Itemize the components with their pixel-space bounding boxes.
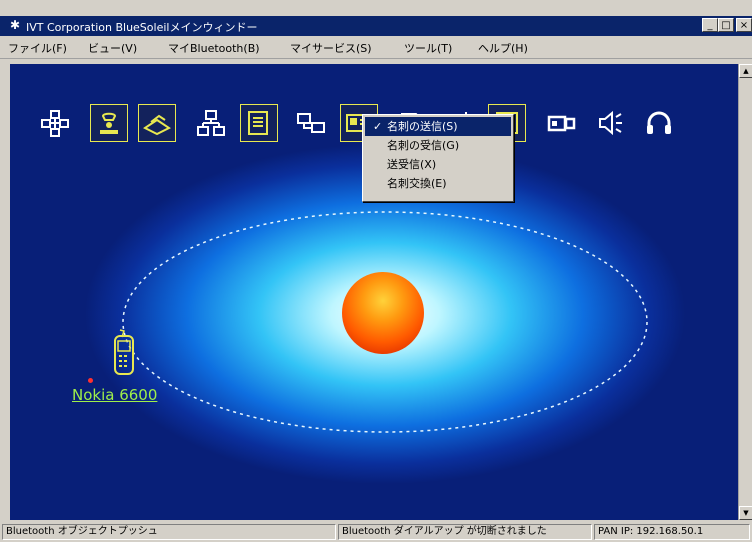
lan-access-icon[interactable] — [192, 104, 230, 142]
network-access-icon[interactable] — [36, 104, 74, 142]
window-title: IVT Corporation BlueSoleilメインウィンドー — [26, 21, 258, 34]
vertical-scrollbar[interactable]: ▲ ▼ — [738, 64, 752, 520]
menu-file[interactable]: ファイル(F) — [8, 40, 67, 56]
status-bar: Bluetooth オブジェクトプッシュ Bluetooth ダイアルアップ が… — [0, 521, 752, 542]
menu-view[interactable]: ビュー(V) — [88, 40, 137, 56]
menu-send-receive[interactable]: 送受信(X) — [365, 155, 511, 174]
context-menu: ✓ 名刺の送信(S) 名刺の受信(G) 送受信(X) 名刺交換(E) — [362, 114, 514, 202]
menu-my-bluetooth[interactable]: マイBluetooth(B) — [168, 40, 260, 56]
scroll-up-arrow-icon[interactable]: ▲ — [739, 64, 752, 78]
check-icon: ✓ — [373, 120, 383, 133]
mobile-phone-icon[interactable] — [110, 328, 140, 378]
menu-send-card[interactable]: ✓ 名刺の送信(S) — [365, 117, 511, 136]
audio-icon[interactable] — [592, 104, 630, 142]
dialup-networking-icon[interactable] — [90, 104, 128, 142]
menu-bar: ファイル(F) ビュー(V) マイBluetooth(B) マイサービス(S) … — [0, 36, 752, 59]
close-button[interactable]: × — [736, 18, 752, 32]
title-bar[interactable]: ✱ IVT Corporation BlueSoleilメインウィンドー _ □… — [0, 16, 752, 36]
headset-icon[interactable] — [640, 104, 678, 142]
maximize-button[interactable]: □ — [718, 18, 734, 32]
status-service: Bluetooth オブジェクトプッシュ — [2, 524, 336, 540]
main-window: ✱ IVT Corporation BlueSoleilメインウィンドー _ □… — [0, 0, 752, 542]
menu-receive-card[interactable]: 名刺の受信(G) — [365, 136, 511, 155]
file-transfer-icon[interactable] — [240, 104, 278, 142]
menu-tools[interactable]: ツール(T) — [404, 40, 452, 56]
status-message: Bluetooth ダイアルアップ が切断されました — [338, 524, 592, 540]
scroll-down-arrow-icon[interactable]: ▼ — [739, 506, 752, 520]
pan-icon[interactable] — [292, 104, 330, 142]
local-device-orb[interactable] — [342, 272, 424, 354]
menu-my-services[interactable]: マイサービス(S) — [290, 40, 372, 56]
minimize-button[interactable]: _ — [702, 18, 718, 32]
menu-exchange-card[interactable]: 名刺交換(E) — [365, 174, 511, 193]
device-label[interactable]: Nokia 6600 — [72, 386, 157, 404]
menu-help[interactable]: ヘルプ(H) — [478, 40, 528, 56]
bluetooth-icon[interactable]: ✱ — [10, 18, 20, 32]
fax-icon[interactable] — [138, 104, 176, 142]
connection-dot — [88, 378, 93, 383]
status-pan-ip: PAN IP: 192.168.50.1 — [594, 524, 750, 540]
camera-icon[interactable] — [542, 104, 580, 142]
